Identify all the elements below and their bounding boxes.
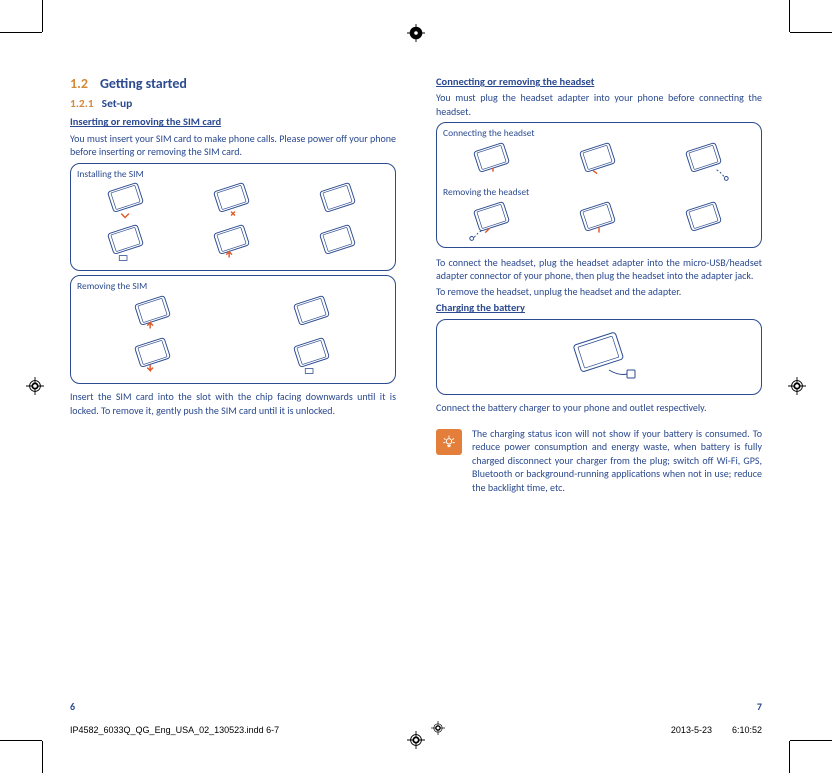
phone-illustration-icon (125, 337, 183, 377)
charging-footer-text: Connect the battery charger to your phon… (436, 401, 762, 415)
phone-illustration-icon (284, 337, 342, 377)
crop-mark (790, 740, 832, 741)
phone-illustration-icon (464, 201, 522, 241)
print-footer: IP4582_6033Q_QG_Eng_USA_02_130523.indd 6… (70, 725, 762, 735)
figure-headset: Connecting the headset Removing the head… (436, 122, 762, 248)
crop-mark (42, 0, 43, 32)
heading-sim: Inserting or removing the SIM card (70, 115, 396, 129)
phone-illustration-icon (676, 201, 734, 241)
subsection-number: 1.2.1 (70, 97, 94, 111)
phone-illustration-icon (310, 224, 368, 264)
crop-mark (0, 32, 42, 33)
phone-illustration-icon (464, 142, 522, 182)
phone-illustration-icon (98, 224, 156, 264)
phone-illustration-icon (204, 182, 262, 222)
lightbulb-icon (436, 429, 462, 455)
registration-mark-icon (407, 24, 425, 42)
phone-illustration-icon (98, 182, 156, 222)
page-number-left: 6 (70, 700, 75, 713)
tip-callout: The charging status icon will not show i… (436, 427, 762, 495)
sim-footer-text: Insert the SIM card into the slot with t… (70, 390, 396, 417)
figure-remove-sim: Removing the SIM (70, 275, 396, 384)
footer-time: 6:10:52 (732, 725, 762, 735)
footer-date: 2013-5-23 (671, 725, 712, 735)
phone-illustration-icon (204, 224, 262, 264)
subsection-heading: 1.2.1 Set-up (70, 97, 396, 113)
figure-label: Removing the headset (443, 186, 755, 199)
heading-headset: Connecting or removing the headset (436, 75, 762, 89)
phone-illustration-icon (676, 142, 734, 182)
phone-illustration-icon (570, 142, 628, 182)
crop-mark (0, 740, 42, 741)
figure-label: Removing the SIM (77, 280, 389, 293)
phone-illustration-icon (284, 295, 342, 335)
headset-intro-text: You must plug the headset adapter into y… (436, 91, 762, 118)
figure-label: Connecting the headset (443, 127, 755, 140)
footer-filename: IP4582_6033Q_QG_Eng_USA_02_130523.indd 6… (70, 725, 279, 735)
registration-mark-icon (26, 377, 44, 395)
section-number: 1.2 (70, 75, 88, 92)
left-column: 1.2 Getting started 1.2.1 Set-up Inserting… (70, 75, 396, 663)
crop-mark (789, 0, 790, 32)
phone-illustration-icon (310, 182, 368, 222)
page-number-right: 7 (757, 700, 762, 713)
phone-illustration-icon (570, 201, 628, 241)
figure-install-sim: Installing the SIM (70, 163, 396, 272)
sim-intro-text: You must insert your SIM card to make ph… (70, 132, 396, 159)
tip-text: The charging status icon will not show i… (472, 427, 762, 495)
section-title: Getting started (100, 75, 187, 92)
figure-charging (436, 319, 762, 395)
headset-mid-text-2: To remove the headset, unplug the headse… (436, 285, 762, 299)
crop-mark (790, 32, 832, 33)
section-heading: 1.2 Getting started (70, 75, 396, 94)
heading-charging: Charging the battery (436, 301, 762, 315)
crop-mark (42, 741, 43, 773)
subsection-title: Set-up (102, 97, 133, 111)
headset-mid-text-1: To connect the headset, plug the headset… (436, 256, 762, 283)
phone-illustration-icon (125, 295, 183, 335)
figure-label: Installing the SIM (77, 168, 389, 181)
registration-mark-icon (788, 377, 806, 395)
page-spread: 1.2 Getting started 1.2.1 Set-up Inserting… (70, 75, 762, 663)
right-column: Connecting or removing the headset You m… (436, 75, 762, 663)
phone-illustration-icon (559, 332, 639, 382)
crop-mark (789, 741, 790, 773)
